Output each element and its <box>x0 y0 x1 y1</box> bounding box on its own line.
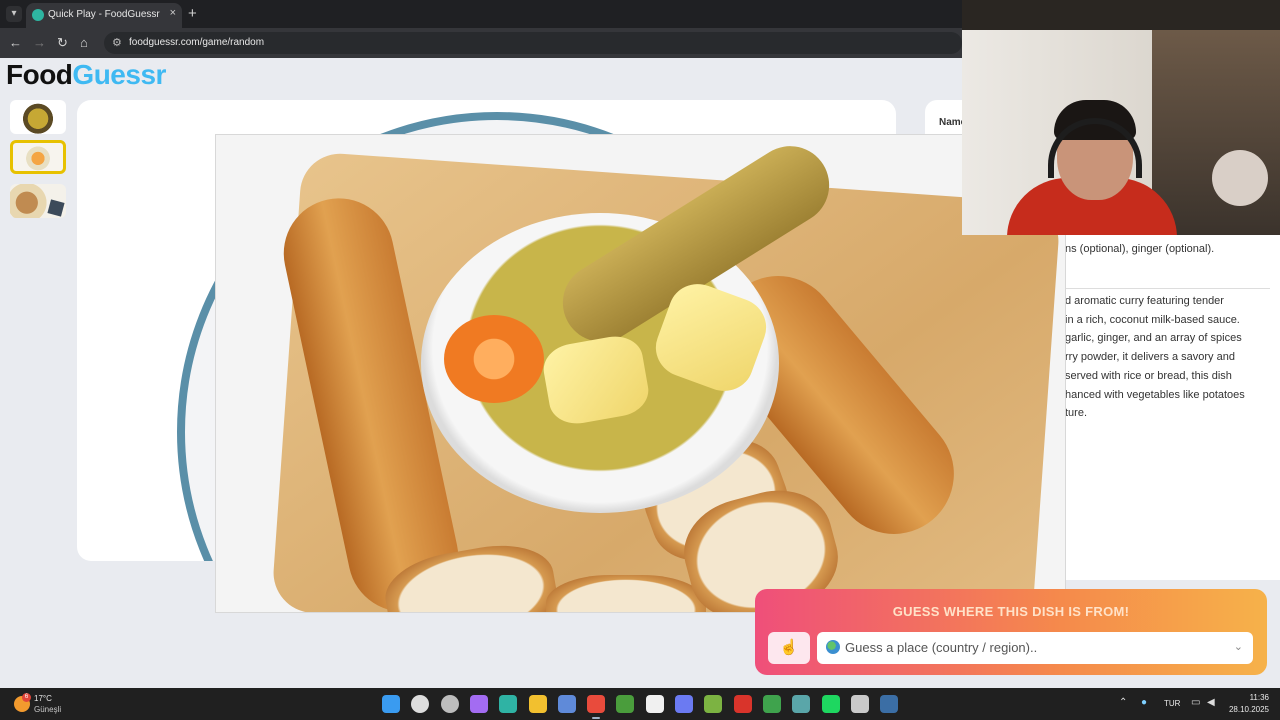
new-tab-icon[interactable]: + <box>188 5 197 22</box>
store-icon[interactable] <box>557 695 576 713</box>
dish-thumbnail-3[interactable] <box>10 184 66 218</box>
description-line: d aromatic curry featuring tender <box>1065 295 1224 307</box>
bread-slice <box>546 575 706 612</box>
dish-thumbnail-2-selected[interactable] <box>10 140 66 174</box>
gauge-icon[interactable] <box>850 695 869 713</box>
tab-title: Quick Play - FoodGuessr | Food <box>48 9 160 20</box>
news-icon[interactable] <box>733 695 752 713</box>
url-text: foodguessr.com/game/random <box>129 37 265 48</box>
show-hidden-icons-icon[interactable]: ⌃ <box>1119 697 1127 708</box>
logo-guessr: Guessr <box>72 59 166 90</box>
volume-icon[interactable]: ◀ <box>1207 697 1215 708</box>
minecraft-icon[interactable] <box>616 695 635 713</box>
description-line: garlic, ginger, and an array of spices <box>1065 332 1242 345</box>
close-tab-icon[interactable]: × <box>170 7 176 19</box>
globe-icon <box>826 640 840 654</box>
divider <box>1065 288 1270 289</box>
chrome-icon[interactable] <box>587 695 606 713</box>
food-photo-enlarged[interactable] <box>215 134 1066 613</box>
ingredients-text: ns (optional), ginger (optional). <box>1065 243 1215 255</box>
description-line: ture. <box>1065 407 1088 420</box>
favicon-icon <box>32 9 44 21</box>
windows-taskbar: 6 17°C Güneşli ⌃ ● TUR ▭ ◀ 11:36 28.10.2… <box>0 688 1280 720</box>
description-line: served with rice or bread, this dish <box>1065 369 1232 382</box>
guess-title: GUESS WHERE THIS DISH IS FROM! <box>892 604 1130 619</box>
spotify-icon[interactable] <box>821 695 840 713</box>
address-bar[interactable]: ⚙ foodguessr.com/game/random <box>104 32 962 54</box>
capcut-icon[interactable] <box>645 695 664 713</box>
clock-date[interactable]: 28.10.2025 <box>1222 705 1269 714</box>
discord-icon[interactable] <box>675 695 693 713</box>
dish-thumbnail-1[interactable] <box>10 100 66 134</box>
file-explorer-icon[interactable] <box>528 695 547 713</box>
description-line: hanced with vegetables like potatoes <box>1065 388 1245 401</box>
weather-badge: 6 <box>22 693 31 702</box>
network-icon[interactable]: ▭ <box>1191 697 1200 708</box>
tab-search-icon[interactable]: ▾ <box>6 6 22 22</box>
browser-tab[interactable]: Quick Play - FoodGuessr | Food × <box>26 3 182 28</box>
cube-icon <box>47 199 65 217</box>
forward-icon[interactable]: → <box>33 35 46 50</box>
steam-icon[interactable] <box>880 695 899 713</box>
app-icon[interactable] <box>704 695 723 713</box>
weather-condition[interactable]: Güneşli <box>34 705 61 714</box>
back-icon[interactable]: ← <box>9 35 22 50</box>
guess-panel: GUESS WHERE THIS DISH IS FROM! ☝ Guess a… <box>755 589 1267 675</box>
dish-description: d aromatic curry featuring tender in a r… <box>1065 292 1270 423</box>
foodguessr-logo[interactable]: FoodGuessr <box>6 59 166 91</box>
globe-app-icon[interactable] <box>792 695 811 713</box>
hand-pointer-button[interactable]: ☝ <box>768 632 810 664</box>
logo-food: Food <box>6 59 73 90</box>
task-view-icon[interactable] <box>440 695 459 713</box>
reload-icon[interactable]: ↻ <box>57 35 68 51</box>
xbox-icon[interactable] <box>762 695 781 713</box>
temperature[interactable]: 17°C <box>34 694 52 703</box>
plush-toy <box>1212 150 1268 206</box>
carrot-slice <box>444 315 544 403</box>
language-indicator[interactable]: TUR <box>1164 699 1180 708</box>
site-info-icon[interactable]: ⚙ <box>112 36 122 49</box>
description-line: rry powder, it delivers a savory and <box>1065 351 1235 364</box>
active-app-indicator <box>592 717 601 719</box>
start-icon[interactable] <box>382 695 400 713</box>
webcam-overlay <box>962 0 1280 235</box>
description-line: in a rich, coconut milk-based sauce. <box>1065 313 1240 326</box>
chevron-down-icon[interactable]: ⌄ <box>1234 640 1243 653</box>
copilot-icon[interactable] <box>469 695 488 713</box>
microphone-icon[interactable]: ● <box>1141 697 1147 708</box>
webcam-shelf <box>1152 30 1280 235</box>
home-icon[interactable]: ⌂ <box>80 35 88 50</box>
search-icon[interactable] <box>411 695 430 713</box>
guess-placeholder: Guess a place (country / region).. <box>845 640 1038 655</box>
guess-location-select[interactable]: Guess a place (country / region).. ⌄ <box>817 632 1253 664</box>
clock-time[interactable]: 11:36 <box>1229 693 1269 702</box>
edge-icon[interactable] <box>499 695 518 713</box>
